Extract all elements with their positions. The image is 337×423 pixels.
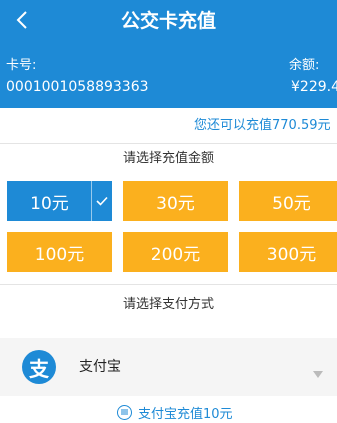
remaining-amount-text: 您还可以充值770.59元 (194, 118, 331, 133)
amount-option-200[interactable]: 200元 (123, 232, 228, 272)
balance-label: 余额: (289, 58, 320, 73)
card-number-value: 0001001058893363 (6, 79, 149, 95)
top-bar: 公交卡充值 卡号: 0001001058893363 余额: ¥229.4 (0, 0, 337, 108)
page-title: 公交卡充值 (120, 10, 216, 32)
confirm-pay-button[interactable]: 支付宝充值10元 (117, 401, 233, 423)
amount-option-label: 300元 (266, 244, 317, 265)
payment-method-label: 支付宝 (79, 359, 121, 375)
divider (0, 143, 337, 144)
payment-section-title: 请选择支付方式 (122, 297, 214, 312)
payment-method-select[interactable]: 支 支付宝 (0, 338, 337, 396)
amount-option-300[interactable]: 300元 (239, 232, 337, 272)
check-icon (91, 181, 112, 221)
amount-option-label: 50元 (272, 193, 311, 214)
amount-option-label: 30元 (156, 193, 195, 214)
amount-option-label: 200元 (150, 244, 201, 265)
dropdown-icon[interactable] (313, 363, 323, 382)
amount-option-label: 10元 (30, 193, 69, 214)
amount-option-label: 100元 (34, 244, 85, 265)
amount-option-10[interactable]: 10元 (7, 181, 112, 221)
alipay-icon: 支 (22, 350, 56, 384)
divider (0, 284, 337, 285)
amount-option-30[interactable]: 30元 (123, 181, 228, 221)
confirm-pay-label: 支付宝充值10元 (138, 406, 233, 422)
card-number-label: 卡号: (6, 58, 37, 73)
balance-value: ¥229.4 (291, 79, 337, 95)
list-icon (117, 404, 132, 420)
amount-option-50[interactable]: 50元 (239, 181, 337, 221)
amount-section-title: 请选择充值金额 (122, 151, 214, 166)
amount-option-100[interactable]: 100元 (7, 232, 112, 272)
